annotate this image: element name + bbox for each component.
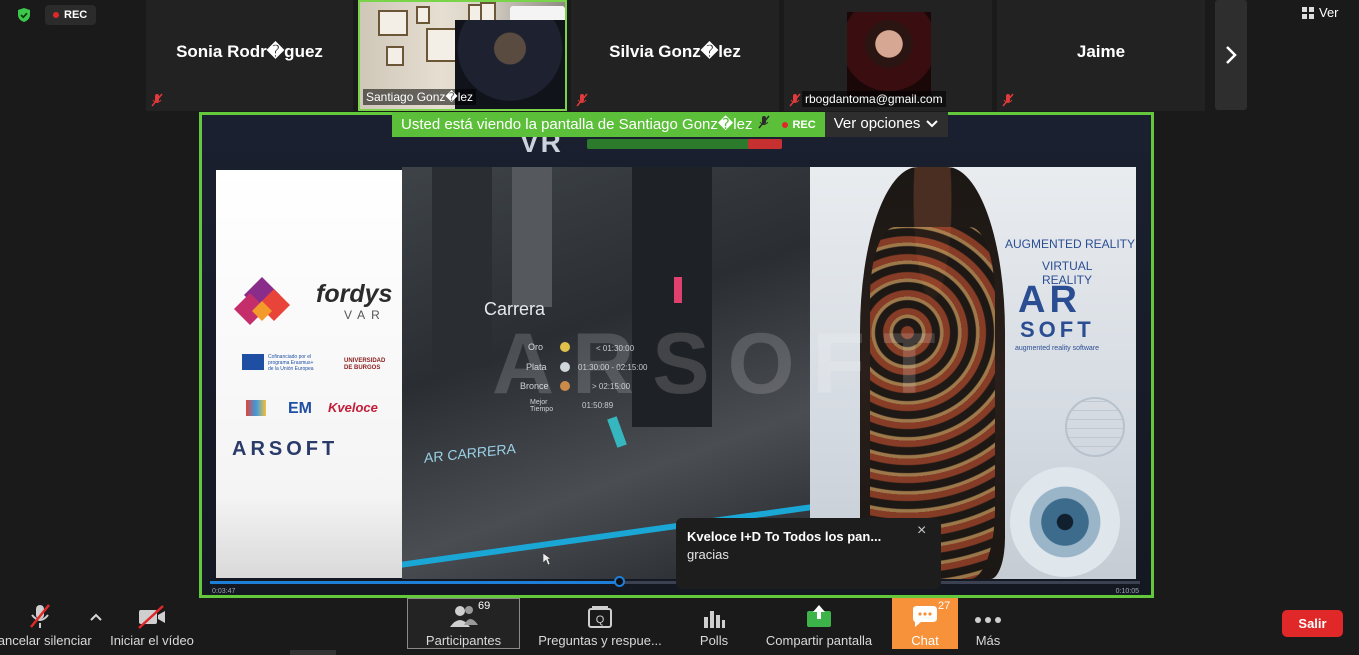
close-icon[interactable]: × [917,522,926,540]
share-screen-button[interactable]: Compartir pantalla [762,598,876,648]
security-shield-icon[interactable] [16,7,32,23]
chat-label: Chat [911,633,939,648]
qa-label: Preguntas y respue... [538,633,662,648]
participant-tile-santiago[interactable]: Santiago Gonz�lez [358,0,567,111]
recording-indicator[interactable]: REC [45,5,97,25]
audio-options-chevron-up-icon[interactable] [90,612,102,624]
view-options-label: Ver opciones [833,115,921,132]
recording-dot-icon [782,121,789,128]
chat-bubble-icon [911,598,939,629]
qa-icon: Q [587,598,613,629]
em-logo: EM [288,400,312,417]
start-race-label: AR CARRERA [424,440,516,466]
tagline-text: augmented reality software [1015,345,1100,352]
left-panel: fordys VAR Cofinanciado por el programa … [216,170,402,578]
view-label: Ver [1319,5,1339,20]
microphone-muted-icon [576,93,588,107]
chat-notification[interactable]: Kveloce I+D To Todos los pan... gracias … [676,518,941,589]
view-options-button[interactable]: Ver opciones [824,112,949,137]
banner-recording-indicator: REC [778,112,825,137]
more-label: Más [975,633,1001,648]
participant-tile-rbogdantoma[interactable]: rbogdantoma@gmail.com [784,0,992,111]
university-text: UNIVERSIDAD DE BURGOS [344,358,386,371]
participants-icon [448,598,480,629]
viewing-label-box: Usted está viendo la pantalla de Santiag… [392,112,779,137]
svg-text:Q: Q [596,614,605,626]
microphone-muted-icon [1002,93,1014,107]
brand-sub: VAR [344,308,386,322]
augmented-reality-text: AUGMENTED REALITY [1005,237,1136,251]
participants-count-badge: 69 [478,600,491,612]
participant-name: Sonia Rodr�guez [176,42,323,61]
qa-button[interactable]: Q Preguntas y respue... [538,598,662,648]
chat-notification-title: Kveloce I+D To Todos los pan... [687,529,882,544]
video-time-total: 0:10:05 [1115,588,1139,595]
participant-name: rbogdantoma@gmail.com [802,91,946,107]
marker-shape [674,277,682,303]
chat-notification-message: gracias [687,547,729,562]
sphere-graphic [1065,397,1125,457]
zoom-meeting-window: REC Sonia Rodr�guez Santiago Gonz�lez Si… [0,0,1359,655]
participant-name: Santiago Gonz�lez [363,89,477,105]
chat-count-badge: 27 [938,600,951,612]
more-button[interactable]: Más [970,598,1006,648]
more-dots-icon [974,598,1002,629]
start-video-label: Iniciar el vídeo [110,633,194,648]
watermark-text: ARSOFT [492,316,954,412]
microphone-muted-icon [151,93,163,107]
participant-name: Silvia Gonz�lez [609,42,741,61]
microphone-muted-icon [29,598,51,629]
view-button[interactable]: Ver [1302,5,1339,20]
video-progress-fill [210,581,620,584]
recording-dot-icon [53,12,59,18]
soft-logo-text: SOFT [1020,317,1095,342]
participants-button[interactable]: Participantes [407,598,520,648]
marker-shape [607,416,627,448]
leave-meeting-button[interactable]: Salir [1282,610,1343,637]
polls-button[interactable]: Polls [690,598,738,648]
participant-tile-silvia[interactable]: Silvia Gonz�lez [571,0,779,111]
brand-name: fordys [316,280,393,308]
taskbar-fragment [290,650,336,655]
participants-label: Participantes [425,633,502,648]
mouse-cursor-icon [543,553,551,565]
participant-strip: REC Sonia Rodr�guez Santiago Gonz�lez Si… [0,0,1359,112]
eye-graphic [1010,467,1120,577]
unmute-label: Cancelar silenciar [0,633,92,648]
unmute-button[interactable]: Cancelar silenciar [0,598,92,648]
ar-logo-text: AR [1018,279,1081,321]
share-screen-icon [805,598,833,629]
viewing-text: Usted está viendo la pantalla de Santiag… [401,116,753,133]
arsoft-logo: ARSOFT [232,438,339,460]
participant-tile-sonia[interactable]: Sonia Rodr�guez [146,0,353,111]
banner-rec-label: REC [792,118,816,131]
grid-view-icon [1302,6,1314,19]
participant-avatar [847,12,931,96]
microphone-muted-icon [789,93,801,107]
chevron-down-icon [926,120,939,128]
fordys-logo-icon [234,277,290,325]
eu-flag-icon [242,354,264,370]
share-screen-label: Compartir pantalla [765,633,873,648]
video-progress-handle[interactable] [614,576,626,587]
microphone-muted-icon [758,115,771,129]
participant-name: Jaime [1076,42,1126,61]
video-off-icon [137,598,167,629]
meeting-toolbar: Cancelar silenciar Iniciar el vídeo Part… [0,598,1359,655]
video-time-elapsed: 0:03:47 [212,588,236,595]
next-page-button[interactable] [1215,0,1247,110]
kveloce-logo: Kveloce [328,400,378,415]
video-progress-bar[interactable] [210,576,1140,587]
start-video-button[interactable]: Iniciar el vídeo [108,598,196,648]
screen-share-banner: Usted está viendo la pantalla de Santiag… [392,112,949,137]
partner-logo-icon [246,400,266,416]
polls-label: Polls [699,633,729,648]
mini-stop-share [748,139,782,149]
recording-label: REC [64,9,88,21]
participant-tile-jaime[interactable]: Jaime [997,0,1205,111]
eu-text: Cofinanciado por el programa Erasmus+ de… [268,354,314,372]
chevron-right-icon [1226,46,1237,64]
polls-bar-chart-icon [702,598,726,629]
